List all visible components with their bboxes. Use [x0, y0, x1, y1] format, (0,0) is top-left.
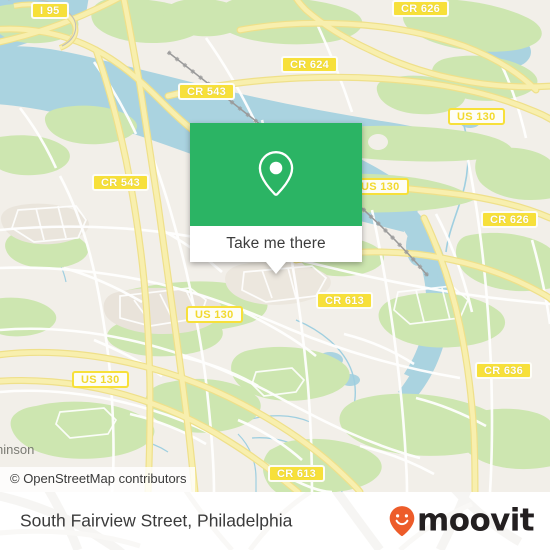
road-shield: US 130	[448, 108, 505, 125]
road-shield: CR 613	[268, 465, 326, 482]
road-shield: CR 613	[316, 292, 374, 309]
popup-tail	[266, 262, 286, 274]
map-attribution[interactable]: © OpenStreetMap contributors	[0, 467, 195, 492]
popup-header	[190, 123, 362, 226]
location-popup-card[interactable]: Take me there	[190, 123, 362, 274]
road-shield: US 130	[186, 306, 243, 323]
road-shield: CR 626	[481, 211, 539, 228]
road-shield: CR 626	[392, 0, 450, 17]
footer-bar: South Fairview Street, Philadelphia moov…	[0, 492, 550, 550]
road-shield: US 130	[72, 371, 129, 388]
road-shield: CR 636	[475, 362, 533, 379]
map-pin-icon	[258, 150, 294, 196]
road-shield: CR 543	[178, 83, 236, 100]
map-screenshot: I 95 CR 626 CR 624 CR 543 US 130 CR 543 …	[0, 0, 550, 550]
road-shield: CR 543	[92, 174, 150, 191]
road-shield: CR 624	[281, 56, 339, 73]
moovit-logo[interactable]: moovit	[389, 502, 535, 539]
road-shield: I 95	[31, 2, 69, 19]
moovit-pin-icon	[389, 506, 415, 537]
location-title: South Fairview Street, Philadelphia	[20, 510, 293, 531]
place-label: hinson	[0, 442, 35, 457]
moovit-wordmark: moovit	[417, 502, 535, 539]
take-me-there-label: Take me there	[226, 235, 326, 252]
take-me-there-button[interactable]: Take me there	[190, 226, 362, 262]
map-canvas[interactable]: I 95 CR 626 CR 624 CR 543 US 130 CR 543 …	[0, 0, 550, 492]
